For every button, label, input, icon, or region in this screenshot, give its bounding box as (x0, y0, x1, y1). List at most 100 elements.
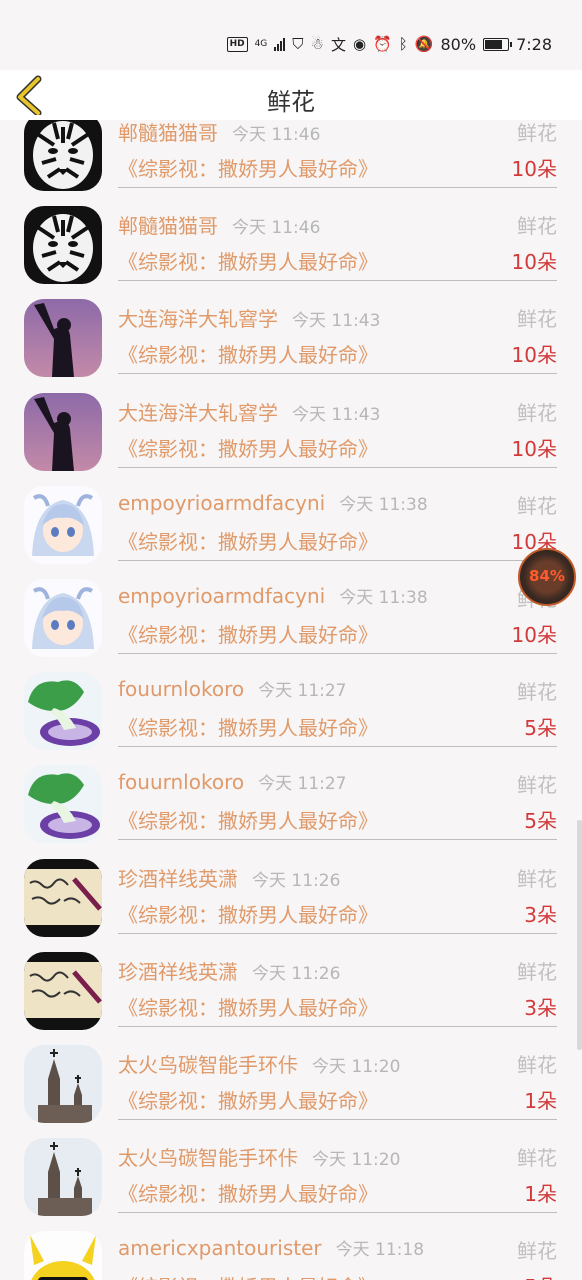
top-app-bar: 鲜花 (0, 70, 582, 120)
book-title-link[interactable]: 《综影视：撒娇男人最好命》 (118, 619, 378, 648)
timestamp: 今天 11:18 (335, 1240, 425, 1261)
user-name: 郸髓猫猫哥 (118, 214, 218, 239)
user-name: 大连海洋大轧窨学 (118, 400, 278, 425)
timestamp: 今天 11:43 (292, 311, 381, 332)
gift-type: 鲜花 (517, 773, 557, 798)
gift-type: 鲜花 (517, 959, 557, 984)
gift-count: 10朵 (511, 622, 557, 647)
avatar[interactable] (24, 1138, 102, 1217)
avatar[interactable] (24, 765, 102, 844)
book-title-link[interactable]: 《综影视：撒娇男人最好命》 (118, 339, 378, 368)
gift-count: 10朵 (511, 250, 557, 275)
gift-count: 1朵 (524, 1182, 557, 1207)
signal-icon (274, 37, 286, 51)
timestamp: 今天 11:26 (252, 870, 341, 891)
avatar[interactable] (24, 485, 102, 564)
user-name: fouurnlokoro (118, 770, 245, 795)
book-title-link[interactable]: 《综影视：撒娇男人最好命》 (118, 1085, 378, 1114)
avatar[interactable] (24, 206, 102, 285)
eye-icon: ◉ (353, 35, 367, 53)
user-name: 太火鸟碳智能手环佧 (118, 1052, 298, 1077)
timestamp: 今天 11:27 (258, 681, 347, 702)
gift-type: 鲜花 (517, 1052, 557, 1077)
user-name: empoyrioarmdfacyni (118, 583, 326, 608)
book-title-link[interactable]: 《综影视：撒娇男人最好命》 (118, 712, 378, 741)
timestamp: 今天 11:38 (339, 587, 428, 608)
list-item[interactable]: fouurnlokoro 今天 11:27 鲜花 《综影视：撒娇男人最好命》 5朵 (0, 652, 582, 751)
user-name: 大连海洋大轧窨学 (118, 307, 278, 332)
scrollbar[interactable] (577, 820, 582, 1050)
user-name-line: fouurnlokoro 今天 11:27 (118, 769, 347, 794)
avatar[interactable] (24, 578, 102, 657)
list-item[interactable]: 太火鸟碳智能手环佧 今天 11:20 鲜花 《综影视：撒娇男人最好命》 1朵 (0, 1118, 582, 1217)
list-item[interactable]: 大连海洋大轧窨学 今天 11:43 鲜花 《综影视：撒娇男人最好命》 10朵 (0, 279, 582, 378)
mute-icon: 🔕 (414, 35, 434, 53)
book-title-link[interactable]: 《综影视：撒娇男人最好命》 (118, 1178, 378, 1207)
translate-icon: 文 (331, 35, 347, 54)
book-title-link[interactable]: 《综影视：撒娇男人最好命》 (118, 153, 378, 182)
avatar[interactable] (24, 858, 102, 937)
gift-count: 10朵 (511, 157, 557, 181)
avatar[interactable] (24, 299, 102, 378)
book-title-link[interactable]: 《综影视：撒娇男人最好命》 (118, 246, 378, 275)
book-title-link[interactable]: 《综影视：撒娇男人最好命》 (118, 526, 378, 555)
book-title-link[interactable]: 《综影视：撒娇男人最好命》 (118, 899, 378, 928)
gift-count: 3朵 (524, 995, 557, 1020)
list-item[interactable]: americxpantourister 今天 11:18 鲜花《综影视：撒娇男人最好… (0, 1211, 582, 1280)
user-name: 珍酒祥线英潇 (118, 959, 238, 984)
user-name-line: empoyrioarmdfacyni 今天 11:38 (118, 583, 428, 608)
list-item[interactable]: 郸髓猫猫哥 今天 11:46 鲜花 《综影视：撒娇男人最好命》 10朵 (0, 186, 582, 285)
bluetooth-icon: ᛒ (398, 35, 408, 53)
list-item[interactable]: 太火鸟碳智能手环佧 今天 11:20 鲜花 《综影视：撒娇男人最好命》 1朵 (0, 1025, 582, 1123)
timestamp: 今天 11:43 (292, 404, 381, 425)
list-item[interactable]: 大连海洋大轧窨学 今天 11:43 鲜花《综影视：撒娇男人最好命》 10朵 (0, 373, 582, 471)
list-item[interactable]: 珍酒祥线英潇 今天 11:26 鲜花《综影视：撒娇男人最好命》 3朵 (0, 839, 582, 937)
book-title-link[interactable]: 《综影视：撒娇男人最好命》 (118, 805, 378, 834)
floating-assistant-ball[interactable]: 84% (518, 548, 576, 606)
battery-icon (483, 37, 513, 51)
user-name-line: empoyrioarmdfacyni 今天 11:38 (118, 490, 428, 515)
list-item[interactable]: empoyrioarmdfacyni今天 11:38 鲜花《综影视：撒娇男人最好命… (0, 466, 582, 564)
gift-count: 10朵 (511, 436, 557, 461)
timestamp: 今天 11:38 (339, 494, 428, 515)
timestamp: 今天 11:20 (312, 1056, 401, 1077)
user-name: americxpantourister (118, 1236, 322, 1261)
avatar[interactable] (24, 1044, 102, 1123)
clock: 7:28 (516, 34, 552, 54)
list-item[interactable]: 郸髓猫猫哥 今天 11:46 鲜花 《综影视：撒娇男人最好命》 10朵 (0, 120, 582, 191)
list-item[interactable]: empoyrioarmdfacyni今天 11:38鲜花《综影视：撒娇男人最好命… (0, 559, 582, 657)
user-name-line: 珍酒祥线英潇 今天 11:26 (118, 956, 340, 985)
alarm-icon: ⏰ (373, 35, 392, 53)
user-name-line: 珍酒祥线英潇 今天 11:26 (118, 863, 340, 892)
book-title-link[interactable]: 《综影视：撒娇男人最好命》 (118, 992, 378, 1021)
user-name-line: 郸髓猫猫哥 今天 11:46 (118, 120, 320, 146)
gift-type: 鲜花 (517, 493, 557, 518)
book-title-link[interactable]: 《综影视：撒娇男人最好命》 (118, 433, 378, 462)
gift-type: 鲜花 (517, 866, 557, 891)
network-label: 4G (254, 38, 268, 49)
list-item[interactable]: 珍酒祥线英潇 今天 11:26 鲜花《综影视：撒娇男人最好命》 3朵 (0, 932, 582, 1030)
gift-type: 鲜花 (517, 307, 557, 332)
battery-percent: 80% (440, 34, 477, 54)
gift-type: 鲜花 (517, 400, 557, 425)
gift-count: 5朵 (524, 809, 557, 834)
avatar[interactable] (24, 672, 102, 751)
timestamp: 今天 11:20 (312, 1150, 401, 1171)
gift-type: 鲜花 (517, 1239, 557, 1264)
user-name-line: 太火鸟碳智能手环佧 今天 11:20 (118, 1142, 400, 1171)
avatar[interactable] (24, 392, 102, 471)
list-item[interactable]: fouurnlokoro 今天 11:27 鲜花《综影视：撒娇男人最好命》 5朵 (0, 745, 582, 844)
book-title-link[interactable]: 《综影视：撒娇男人最好命》 (118, 1271, 378, 1280)
avatar[interactable] (24, 120, 102, 191)
user-name-line: 大连海洋大轧窨学 今天 11:43 (118, 303, 380, 332)
flower-record-list[interactable]: 郸髓猫猫哥 今天 11:46 鲜花 《综影视：撒娇男人最好命》 10朵 郸髓猫猫哥 今天 … (0, 120, 582, 1280)
shield-icon: ⛉ (292, 35, 304, 53)
timestamp: 今天 11:27 (258, 774, 347, 795)
user-name: 太火鸟碳智能手环佧 (118, 1146, 298, 1171)
gift-count: 3朵 (524, 902, 557, 927)
avatar[interactable] (24, 1231, 102, 1280)
avatar[interactable] (24, 951, 102, 1030)
user-name: 珍酒祥线英潇 (118, 866, 238, 891)
timestamp: 今天 11:26 (252, 963, 341, 984)
user-name-line: 太火鸟碳智能手环佧 今天 11:20 (118, 1049, 400, 1078)
